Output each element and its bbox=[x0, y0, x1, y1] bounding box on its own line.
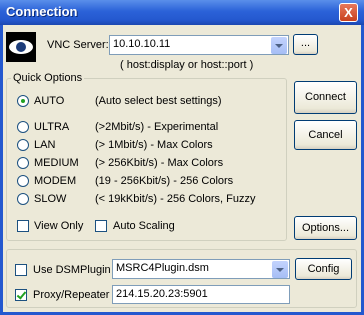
use-dsmplugin-label: Use DSMPlugin bbox=[33, 264, 111, 276]
option-medium-label: MEDIUM bbox=[34, 157, 79, 169]
option-ultra-desc: (>2Mbit/s) - Experimental bbox=[95, 121, 219, 133]
window-title: Connection bbox=[6, 4, 78, 19]
quick-options-title: Quick Options bbox=[13, 72, 83, 84]
server-hint: ( host:display or host::port ) bbox=[120, 59, 254, 71]
proxy-repeater-label: Proxy/Repeater bbox=[33, 289, 110, 301]
chevron-down-icon[interactable] bbox=[272, 261, 288, 278]
vnc-server-combo[interactable]: 10.10.10.11 bbox=[109, 35, 289, 55]
view-only-checkbox[interactable] bbox=[17, 220, 29, 232]
radio-slow[interactable] bbox=[17, 193, 29, 205]
option-modem-desc: (19 - 256Kbit/s) - 256 Colors bbox=[95, 175, 234, 187]
option-lan-desc: (> 1Mbit/s) - Max Colors bbox=[95, 139, 213, 151]
close-button[interactable]: X bbox=[339, 3, 358, 22]
auto-scaling-label: Auto Scaling bbox=[113, 220, 175, 232]
view-only-label: View Only bbox=[34, 220, 84, 232]
radio-modem[interactable] bbox=[17, 175, 29, 187]
config-button[interactable]: Config bbox=[295, 258, 352, 280]
dsmplugin-value: MSRC4Plugin.dsm bbox=[116, 262, 209, 274]
option-lan-label: LAN bbox=[34, 139, 56, 151]
option-slow-label: SLOW bbox=[34, 193, 67, 205]
dsmplugin-combo[interactable]: MSRC4Plugin.dsm bbox=[112, 259, 290, 279]
use-dsmplugin-checkbox[interactable] bbox=[15, 264, 27, 276]
radio-auto[interactable] bbox=[17, 95, 29, 107]
option-slow-desc: (< 19kKbit/s) - 256 Colors, Fuzzy bbox=[95, 193, 256, 205]
browse-button[interactable]: ... bbox=[293, 34, 318, 55]
cancel-button[interactable]: Cancel bbox=[294, 120, 357, 150]
option-medium-desc: (> 256Kbit/s) - Max Colors bbox=[95, 157, 224, 169]
chevron-down-icon[interactable] bbox=[271, 37, 287, 54]
proxy-repeater-input[interactable]: 214.15.20.23:5901 bbox=[112, 285, 290, 304]
eye-pupil bbox=[16, 42, 26, 52]
vnc-server-value: 10.10.10.11 bbox=[113, 38, 171, 50]
connect-button[interactable]: Connect bbox=[294, 81, 357, 114]
radio-ultra[interactable] bbox=[17, 121, 29, 133]
option-ultra-label: ULTRA bbox=[34, 121, 70, 133]
vnc-server-label: VNC Server: bbox=[47, 39, 109, 51]
options-button[interactable]: Options... bbox=[294, 216, 357, 240]
proxy-repeater-value: 214.15.20.23:5901 bbox=[116, 288, 208, 300]
proxy-repeater-checkbox[interactable] bbox=[15, 289, 27, 301]
auto-scaling-checkbox[interactable] bbox=[95, 220, 107, 232]
radio-lan[interactable] bbox=[17, 139, 29, 151]
option-auto-label: AUTO bbox=[34, 95, 65, 107]
option-modem-label: MODEM bbox=[34, 175, 77, 187]
radio-medium[interactable] bbox=[17, 157, 29, 169]
title-bar: Connection X bbox=[0, 0, 364, 25]
option-auto-desc: (Auto select best settings) bbox=[95, 95, 222, 107]
